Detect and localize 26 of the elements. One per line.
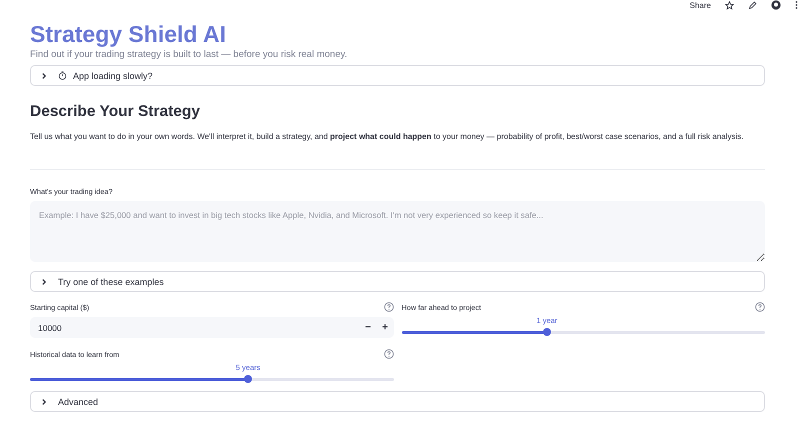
chevron-icon — [40, 278, 48, 286]
stopwatch-icon — [58, 71, 67, 80]
menu-icon[interactable] — [795, 0, 798, 10]
expander[interactable]: Advanced — [30, 391, 765, 412]
chevron-icon — [40, 72, 48, 80]
decrement-button[interactable]: − — [360, 322, 376, 333]
slider-thumb[interactable] — [244, 375, 252, 383]
expander[interactable]: App loading slowly? — [30, 65, 765, 86]
capital-input[interactable]: 10000 − + — [30, 317, 394, 338]
help-icon — [755, 302, 765, 312]
slider-thumb[interactable] — [542, 328, 551, 336]
app-title: Strategy Shield AI — [30, 20, 227, 48]
pencil-icon[interactable] — [748, 0, 757, 10]
help-icon — [384, 302, 394, 312]
section-description: Tell us what you want to do in your own words. We'll interpret it, build a strategy, and project what could happen to your money — probability of profit, best/worst case scenarios, and a full risk analysis. — [30, 131, 744, 143]
slider-track[interactable] — [402, 331, 765, 334]
section-heading: Describe Your Strategy — [30, 102, 201, 122]
increment-button[interactable]: + — [376, 322, 394, 333]
trading-idea-field[interactable]: Example: I have $25,000 and want to invest in big tech stocks like Apple, Nvidia, and Microsoft. I'm not very experienced so keep it safe... — [30, 201, 765, 262]
expander[interactable]: Try one of these examples — [30, 271, 765, 292]
app-subtitle: Find out if your trading strategy is built to last — before you risk real money. — [30, 49, 348, 60]
slider-track[interactable] — [30, 378, 394, 381]
share-link[interactable]: Share — [690, 0, 711, 10]
chevron-icon — [40, 398, 48, 406]
star-icon[interactable] — [725, 0, 734, 10]
help-icon — [384, 349, 394, 359]
